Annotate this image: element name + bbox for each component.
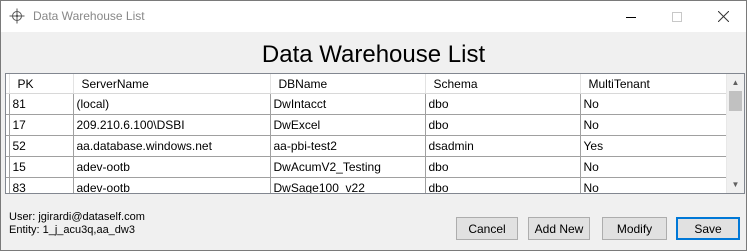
caret-up-icon: ▲	[731, 78, 740, 87]
data-warehouse-grid[interactable]: PK ServerName DBName Schema MultiTenant …	[5, 73, 745, 194]
cell-pk[interactable]: 17	[9, 114, 74, 136]
column-header-servername[interactable]: ServerName	[73, 74, 271, 94]
user-label: User: jgirardi@dataself.com	[9, 211, 145, 223]
cancel-button[interactable]: Cancel	[456, 217, 518, 240]
window-title: Data Warehouse List	[33, 9, 145, 23]
cell-schema[interactable]: dbo	[425, 177, 581, 193]
cell-schema[interactable]: dsadmin	[425, 135, 581, 157]
data-warehouse-list-window: Data Warehouse List Data Warehouse List	[0, 0, 747, 251]
cell-servername[interactable]: adev-ootb	[73, 177, 271, 193]
cell-pk[interactable]: 52	[9, 135, 74, 157]
grid-table: PK ServerName DBName Schema MultiTenant …	[6, 74, 731, 193]
column-header-dbname[interactable]: DBName	[270, 74, 426, 94]
add-new-button[interactable]: Add New	[528, 217, 590, 240]
column-header-pk[interactable]: PK	[9, 74, 74, 94]
caret-down-icon: ▼	[731, 180, 740, 189]
column-header-schema[interactable]: Schema	[425, 74, 581, 94]
cell-dbname[interactable]: DwAcumV2_Testing	[270, 156, 426, 178]
cell-multitenant[interactable]: No	[580, 93, 731, 115]
entity-label: Entity: 1_j_acu3q,aa_dw3	[9, 224, 135, 236]
cell-multitenant[interactable]: Yes	[580, 135, 731, 157]
cell-multitenant[interactable]: No	[580, 177, 731, 193]
page-title: Data Warehouse List	[261, 41, 486, 68]
table-row[interactable]: 15 adev-ootb DwAcumV2_Testing dbo No	[6, 156, 731, 178]
maximize-button[interactable]	[654, 1, 700, 32]
close-button[interactable]	[700, 1, 746, 32]
cell-dbname[interactable]: DwIntacct	[270, 93, 426, 115]
cell-schema[interactable]: dbo	[425, 93, 581, 115]
cell-schema[interactable]: dbo	[425, 156, 581, 178]
save-button[interactable]: Save	[676, 217, 740, 240]
cell-schema[interactable]: dbo	[425, 114, 581, 136]
maximize-icon	[672, 11, 682, 22]
table-row[interactable]: 52 aa.database.windows.net aa-pbi-test2 …	[6, 135, 731, 157]
vertical-scrollbar[interactable]: ▲ ▼	[726, 74, 744, 193]
cell-multitenant[interactable]: No	[580, 114, 731, 136]
scroll-thumb[interactable]	[729, 91, 742, 111]
header-row: PK ServerName DBName Schema MultiTenant	[6, 74, 731, 94]
minimize-icon	[626, 16, 636, 18]
table-row[interactable]: 17 209.210.6.100\DSBI DwExcel dbo No	[6, 114, 731, 136]
scroll-down-button[interactable]: ▼	[727, 176, 744, 193]
scroll-up-button[interactable]: ▲	[727, 74, 744, 91]
crosshair-icon	[9, 8, 25, 24]
cell-multitenant[interactable]: No	[580, 156, 731, 178]
cell-pk[interactable]: 15	[9, 156, 74, 178]
cell-dbname[interactable]: DwExcel	[270, 114, 426, 136]
close-icon	[717, 11, 729, 22]
table-row[interactable]: 81 (local) DwIntacct dbo No	[6, 93, 731, 115]
cell-pk[interactable]: 81	[9, 93, 74, 115]
cell-pk[interactable]: 83	[9, 177, 74, 193]
cell-dbname[interactable]: aa-pbi-test2	[270, 135, 426, 157]
title-bar[interactable]: Data Warehouse List	[1, 1, 746, 32]
column-header-multitenant[interactable]: MultiTenant	[580, 74, 731, 94]
cell-servername[interactable]: aa.database.windows.net	[73, 135, 271, 157]
cell-servername[interactable]: 209.210.6.100\DSBI	[73, 114, 271, 136]
minimize-button[interactable]	[608, 1, 654, 32]
modify-button[interactable]: Modify	[602, 217, 667, 240]
cell-dbname[interactable]: DwSage100_v22	[270, 177, 426, 193]
table-row[interactable]: 83 adev-ootb DwSage100_v22 dbo No	[6, 177, 731, 193]
cell-servername[interactable]: (local)	[73, 93, 271, 115]
cell-servername[interactable]: adev-ootb	[73, 156, 271, 178]
